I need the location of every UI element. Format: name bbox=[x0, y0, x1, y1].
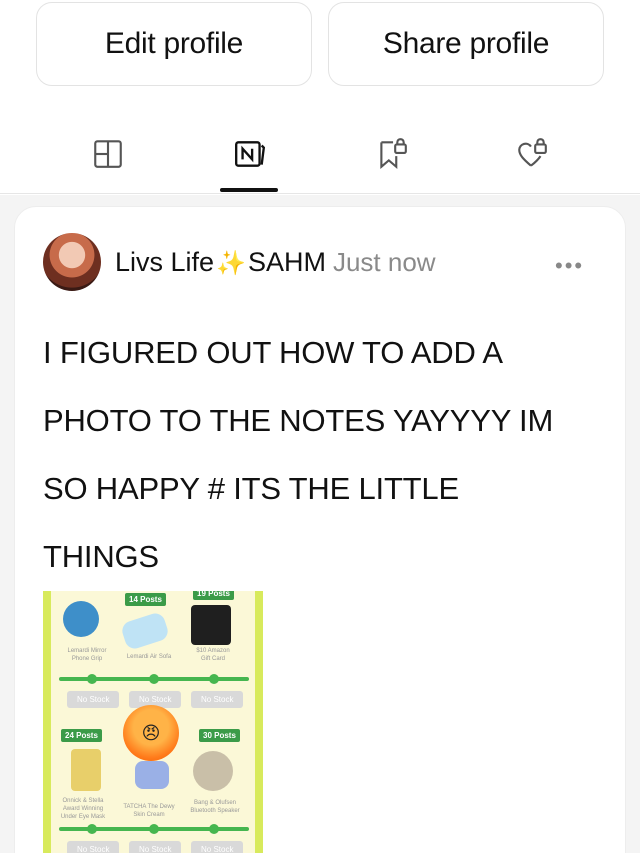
progress-dot bbox=[149, 824, 159, 834]
item-caption: TATCHA The Dewy Skin Cream bbox=[123, 804, 175, 818]
item-caption: $10 Amazon Gift Card bbox=[196, 648, 230, 662]
progress-dot bbox=[149, 674, 159, 684]
speaker-image bbox=[193, 751, 233, 791]
tab-saved[interactable] bbox=[370, 132, 414, 176]
angry-face-icon: 😠 bbox=[123, 705, 179, 761]
item-caption: Bang & Olufsen Bluetooth Speaker bbox=[190, 800, 240, 814]
progress-dot bbox=[209, 824, 219, 834]
notes-icon bbox=[235, 141, 266, 167]
item-caption: Lemardi Mirror Phone Grip bbox=[67, 648, 107, 662]
no-stock-chip: No Stock bbox=[67, 691, 120, 708]
no-stock-chip: No Stock bbox=[191, 691, 244, 708]
photo-border-left bbox=[43, 591, 51, 853]
tab-notes[interactable] bbox=[228, 132, 272, 176]
no-stock-chip: No Stock bbox=[67, 841, 120, 853]
active-tab-indicator bbox=[220, 188, 278, 192]
photo-border-right bbox=[255, 591, 263, 853]
post-photo[interactable]: 14 Posts 19 Posts Lemardi Mirror Phone Gr… bbox=[43, 591, 263, 853]
more-options-icon[interactable]: ••• bbox=[555, 253, 584, 279]
edit-profile-button[interactable]: Edit profile bbox=[36, 2, 312, 86]
progress-dot bbox=[87, 674, 97, 684]
liked-heart-lock-icon bbox=[518, 138, 547, 167]
saved-bookmark-lock-icon bbox=[380, 138, 407, 170]
profile-actions: Edit profile Share profile bbox=[0, 0, 640, 96]
posts-tag: 30 Posts bbox=[199, 729, 240, 742]
posts-tag: 19 Posts bbox=[193, 591, 234, 600]
eye-mask-image bbox=[71, 749, 101, 791]
air-sofa-image bbox=[119, 610, 171, 652]
skin-cream-image bbox=[135, 761, 169, 789]
no-stock-chip: No Stock bbox=[129, 841, 182, 853]
post-timestamp: Just now bbox=[332, 247, 436, 277]
post-text-line: THINGS bbox=[43, 539, 159, 574]
progress-dot bbox=[209, 674, 219, 684]
grid-icon bbox=[94, 140, 122, 168]
post-body: I FIGURED OUT HOW TO ADD A PHOTO TO THE … bbox=[43, 319, 603, 591]
posts-tag: 24 Posts bbox=[61, 729, 102, 742]
post-header: Livs Life ✨ SAHM Just now bbox=[115, 247, 436, 283]
author-name[interactable]: Livs Life bbox=[115, 247, 214, 278]
author-suffix[interactable]: SAHM bbox=[248, 247, 326, 278]
progress-dot bbox=[87, 824, 97, 834]
share-profile-button[interactable]: Share profile bbox=[328, 2, 604, 86]
profile-tabs bbox=[0, 118, 640, 194]
tab-liked[interactable] bbox=[510, 132, 554, 176]
gift-card-image bbox=[191, 605, 231, 645]
post-text-line: I FIGURED OUT HOW TO ADD A bbox=[43, 335, 503, 370]
post-text-line: SO HAPPY # ITS THE LITTLE bbox=[43, 471, 459, 506]
item-caption: Lemardi Air Sofa bbox=[126, 654, 172, 660]
tab-posts-grid[interactable] bbox=[86, 132, 130, 176]
sparkle-icon: ✨ bbox=[216, 250, 246, 277]
note-post-card: Livs Life ✨ SAHM Just now ••• I FIGURED … bbox=[14, 206, 626, 853]
post-text-line: PHOTO TO THE NOTES YAYYYY IM bbox=[43, 403, 554, 438]
avatar[interactable] bbox=[43, 233, 101, 291]
item-caption: Onnick & Stella Award Winning Under Eye Ma… bbox=[60, 798, 106, 820]
no-stock-chip: No Stock bbox=[191, 841, 244, 853]
mirror-grip-image bbox=[63, 601, 99, 637]
posts-tag: 14 Posts bbox=[125, 593, 166, 606]
